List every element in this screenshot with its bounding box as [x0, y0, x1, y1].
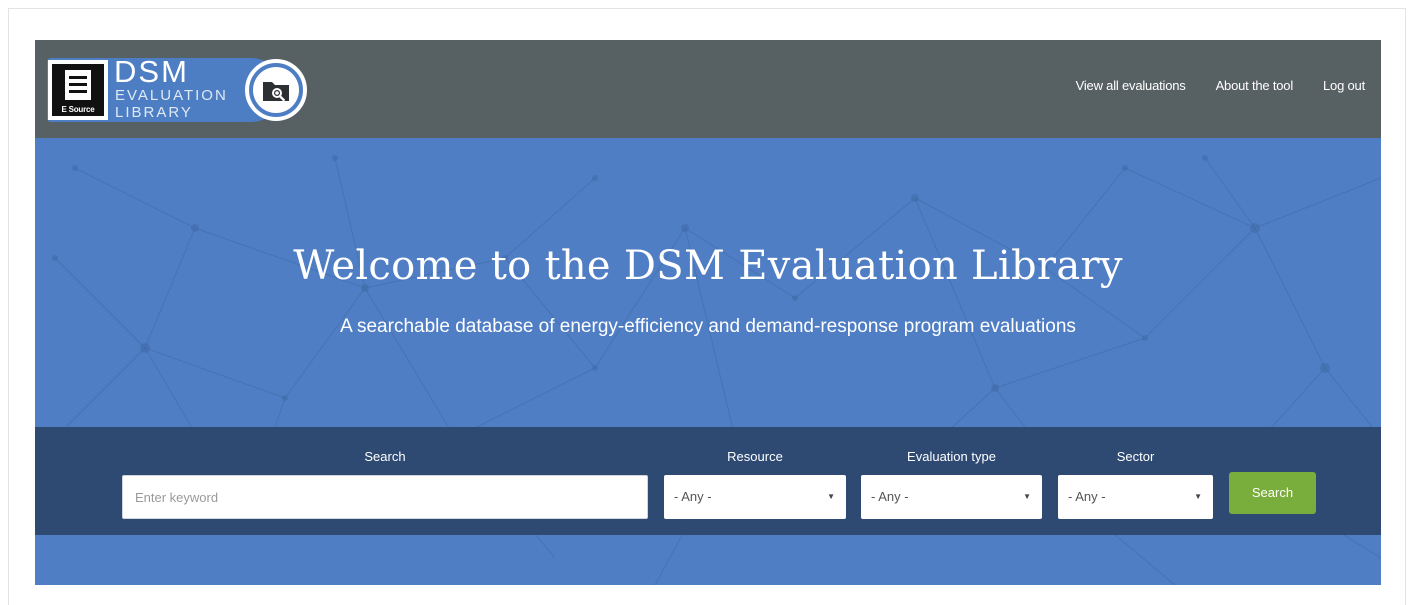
- esource-mark-icon: [65, 70, 91, 100]
- chevron-down-icon: ▼: [1194, 492, 1202, 501]
- main-nav: View all evaluations About the tool Log …: [1076, 78, 1366, 93]
- resource-select-value: - Any -: [674, 489, 712, 504]
- sector-label: Sector: [1116, 449, 1155, 464]
- folder-search-icon: [263, 82, 289, 102]
- chevron-down-icon: ▼: [1023, 492, 1031, 501]
- evaluation-type-label: Evaluation type: [907, 449, 996, 464]
- keyword-label: Search: [364, 449, 406, 464]
- search-panel: Search Resource - Any - ▼ Evaluation typ…: [35, 427, 1381, 535]
- sector-select[interactable]: - Any - ▼: [1058, 475, 1213, 519]
- esource-brand-text: E Source: [61, 105, 95, 114]
- chevron-down-icon: ▼: [827, 492, 835, 501]
- hero-subtitle: A searchable database of energy-efficien…: [340, 316, 1076, 337]
- resource-label: Resource: [727, 449, 783, 464]
- logo-text-library: LIBRARY: [115, 104, 193, 121]
- esource-logo: E Source: [48, 60, 108, 120]
- hero-banner: Welcome to the DSM Evaluation Library A …: [35, 138, 1381, 585]
- nav-about-the-tool[interactable]: About the tool: [1216, 78, 1294, 93]
- resource-select[interactable]: - Any - ▼: [664, 475, 846, 519]
- search-button[interactable]: Search: [1229, 472, 1316, 514]
- site-header: E Source DSM EVALUATION LIBRARY View all…: [35, 40, 1381, 138]
- evaluation-type-select-value: - Any -: [871, 489, 909, 504]
- logo-text-evaluation: EVALUATION: [115, 87, 228, 104]
- site: E Source DSM EVALUATION LIBRARY View all…: [35, 40, 1381, 585]
- keyword-input[interactable]: [122, 475, 648, 519]
- nav-view-all-evaluations[interactable]: View all evaluations: [1076, 78, 1186, 93]
- site-logo[interactable]: E Source DSM EVALUATION LIBRARY: [47, 54, 309, 123]
- hero-title: Welcome to the DSM Evaluation Library: [293, 243, 1123, 289]
- logo-badge: [245, 59, 307, 121]
- evaluation-type-select[interactable]: - Any - ▼: [861, 475, 1042, 519]
- nav-log-out[interactable]: Log out: [1323, 78, 1365, 93]
- sector-select-value: - Any -: [1068, 489, 1106, 504]
- logo-text-dsm: DSM: [114, 54, 189, 89]
